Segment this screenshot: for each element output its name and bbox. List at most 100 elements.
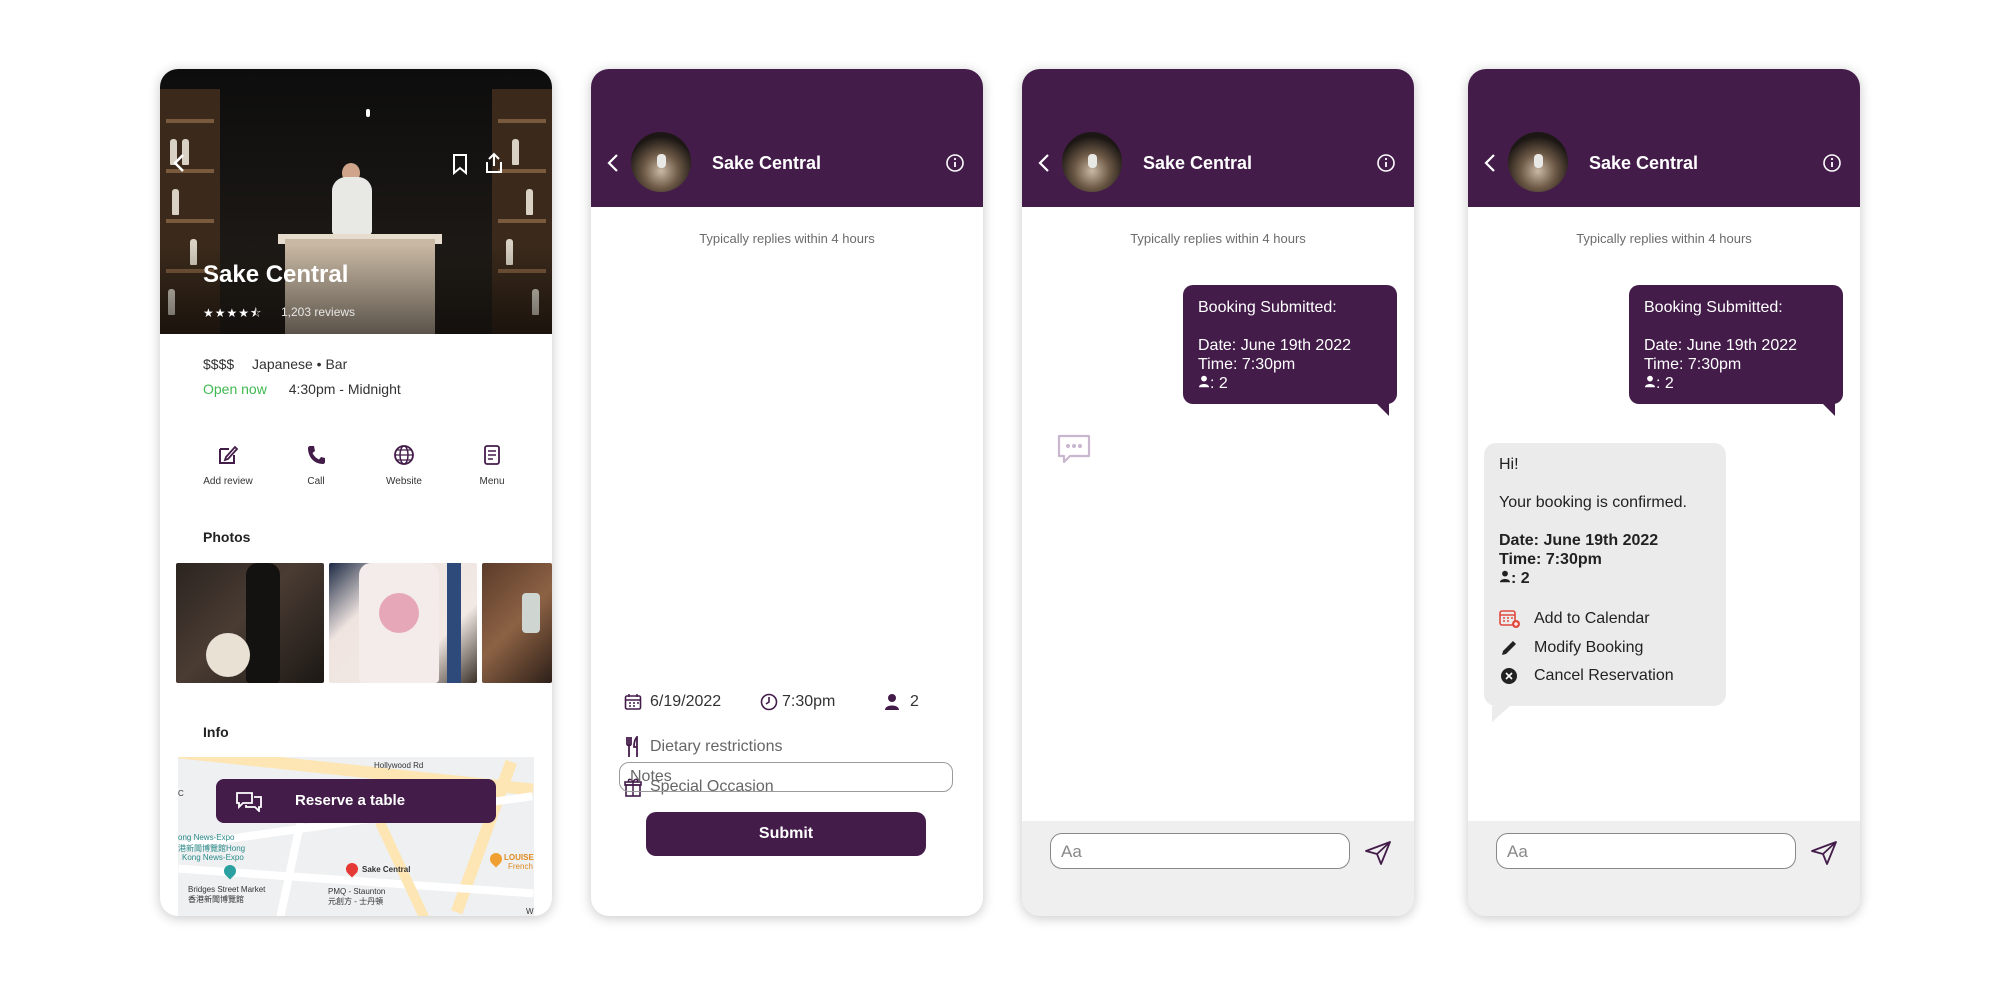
menu-button[interactable]: Menu (452, 444, 532, 487)
booking-party: : 2 (1644, 374, 1828, 393)
chat-title: Sake Central (712, 153, 822, 173)
map-pin-louise[interactable] (487, 850, 505, 868)
map-label-bridges-cn: 香港新聞博覽館 (188, 895, 244, 904)
calendar-icon (1499, 610, 1520, 628)
edit-icon (219, 445, 239, 464)
booking-time: Time: 7:30pm (1198, 356, 1296, 373)
price-cuisine: $$$$ Japanese • Bar (203, 356, 347, 372)
opening-info: Open now 4:30pm - Midnight (203, 381, 401, 397)
booking-message-bubble: Booking Submitted: Date: June 19th 2022 … (1183, 285, 1397, 416)
confirmation-party: : 2 (1499, 569, 1711, 588)
map-label-pmq-cn: 元創方 - 士丹頓 (328, 897, 384, 906)
open-status: Open now (203, 381, 267, 397)
submit-button[interactable]: Submit (646, 812, 926, 856)
clock-icon (760, 693, 778, 711)
bartender (332, 177, 372, 235)
booking-date: Date: June 19th 2022 (1644, 337, 1798, 354)
photos-heading: Photos (203, 529, 251, 545)
confirmation-bubble: Hi! Your booking is confirmed. Date: Jun… (1484, 443, 1726, 722)
party-size-field[interactable]: 2 (884, 693, 919, 711)
avatar (1508, 132, 1568, 192)
cancel-reservation-label: Cancel Reservation (1534, 667, 1674, 684)
price-level: $$$$ (203, 356, 235, 372)
globe-icon (394, 445, 414, 465)
add-to-calendar-button[interactable]: Add to Calendar (1499, 609, 1650, 629)
photo-3[interactable] (482, 563, 552, 683)
confirmation-date: Date: June 19th 2022 (1499, 532, 1659, 549)
restaurant-name: Sake Central (203, 261, 349, 288)
restaurant-screen: Sake Central ★★★★⯪ 1,203 reviews $$$$ Ja… (160, 69, 552, 916)
back-icon[interactable] (1484, 153, 1496, 173)
reply-time-note: Typically replies within 4 hours (1130, 231, 1306, 246)
add-review-button[interactable]: Add review (188, 444, 268, 487)
add-to-calendar-label: Add to Calendar (1534, 610, 1650, 627)
map-label-news: ong News-Expo (178, 833, 235, 842)
rating-stars: ★★★★⯪ (203, 306, 263, 320)
phone-icon (308, 446, 325, 464)
cancel-reservation-button[interactable]: Cancel Reservation (1499, 666, 1674, 686)
send-icon[interactable] (1364, 840, 1392, 866)
person-icon (1499, 570, 1511, 583)
utensils-icon (626, 734, 638, 757)
person-icon (885, 694, 899, 710)
info-icon[interactable] (1822, 153, 1842, 173)
photo-2[interactable] (329, 563, 477, 683)
reply-time-note: Typically replies within 4 hours (1576, 231, 1752, 246)
info-icon[interactable] (945, 153, 965, 173)
website-label: Website (386, 476, 422, 487)
booking-party-value: : 2 (1210, 375, 1228, 392)
map-label-w: W (526, 907, 534, 916)
opening-hours: 4:30pm - Midnight (288, 381, 401, 397)
map-label-c: C (178, 789, 184, 798)
date-field[interactable]: 6/19/2022 (624, 693, 721, 711)
modify-booking-button[interactable]: Modify Booking (1499, 638, 1643, 658)
chat-header: Sake Central (1022, 69, 1414, 207)
back-icon[interactable] (1038, 153, 1050, 173)
bookmark-icon[interactable] (451, 153, 469, 175)
info-icon[interactable] (1376, 153, 1396, 173)
message-input[interactable]: Aa (1496, 833, 1796, 869)
review-count[interactable]: 1,203 reviews (281, 305, 355, 319)
dietary-field[interactable]: Dietary restrictions (624, 734, 783, 758)
chat-title: Sake Central (1589, 153, 1699, 173)
cancel-icon (1501, 668, 1517, 684)
share-icon[interactable] (483, 151, 505, 175)
add-review-label: Add review (203, 476, 253, 487)
action-bar: Add review Call Website Menu (160, 444, 552, 494)
notes-input[interactable]: Notes (619, 762, 953, 792)
photo-1[interactable] (176, 563, 324, 683)
map-label-bridges: Bridges Street Market (188, 885, 266, 894)
booking-heading: Booking Submitted: (1198, 299, 1337, 316)
booking-party-value: : 2 (1656, 375, 1674, 392)
map-pin-news[interactable] (221, 862, 239, 880)
message-input[interactable]: Aa (1050, 833, 1350, 869)
call-label: Call (307, 476, 325, 487)
call-button[interactable]: Call (276, 444, 356, 487)
date-value: 6/19/2022 (650, 693, 722, 711)
time-value: 7:30pm (782, 693, 836, 711)
map-label-hollywood: Hollywood Rd (374, 761, 424, 770)
website-button[interactable]: Website (364, 444, 444, 487)
reserve-table-button[interactable]: Reserve a table (216, 779, 496, 823)
pencil-icon (1502, 641, 1516, 655)
chat-title: Sake Central (1143, 153, 1253, 173)
booking-heading: Booking Submitted: (1644, 299, 1783, 316)
booking-confirmed-screen: Sake Central Typically replies within 4 … (1468, 69, 1860, 916)
time-field[interactable]: 7:30pm (760, 693, 835, 711)
dietary-label: Dietary restrictions (650, 738, 783, 756)
confirmation-time: Time: 7:30pm (1499, 551, 1602, 568)
chat-header: Sake Central (1468, 69, 1860, 207)
reply-time-note: Typically replies within 4 hours (699, 231, 875, 246)
party-size-value: 2 (910, 693, 919, 711)
confirmation-text: Your booking is confirmed. (1499, 494, 1687, 511)
map-pin-sake-central[interactable] (343, 860, 361, 878)
calendar-icon (624, 694, 642, 710)
send-icon[interactable] (1810, 840, 1838, 866)
map-label-pmq: PMQ - Staunton (328, 887, 386, 896)
typing-indicator-icon (1057, 434, 1091, 464)
back-icon[interactable] (607, 153, 619, 173)
map-label-news2: Kong News-Expo (182, 853, 244, 862)
back-icon[interactable] (172, 153, 186, 173)
booking-date: Date: June 19th 2022 (1198, 337, 1352, 354)
modify-booking-label: Modify Booking (1534, 639, 1644, 656)
